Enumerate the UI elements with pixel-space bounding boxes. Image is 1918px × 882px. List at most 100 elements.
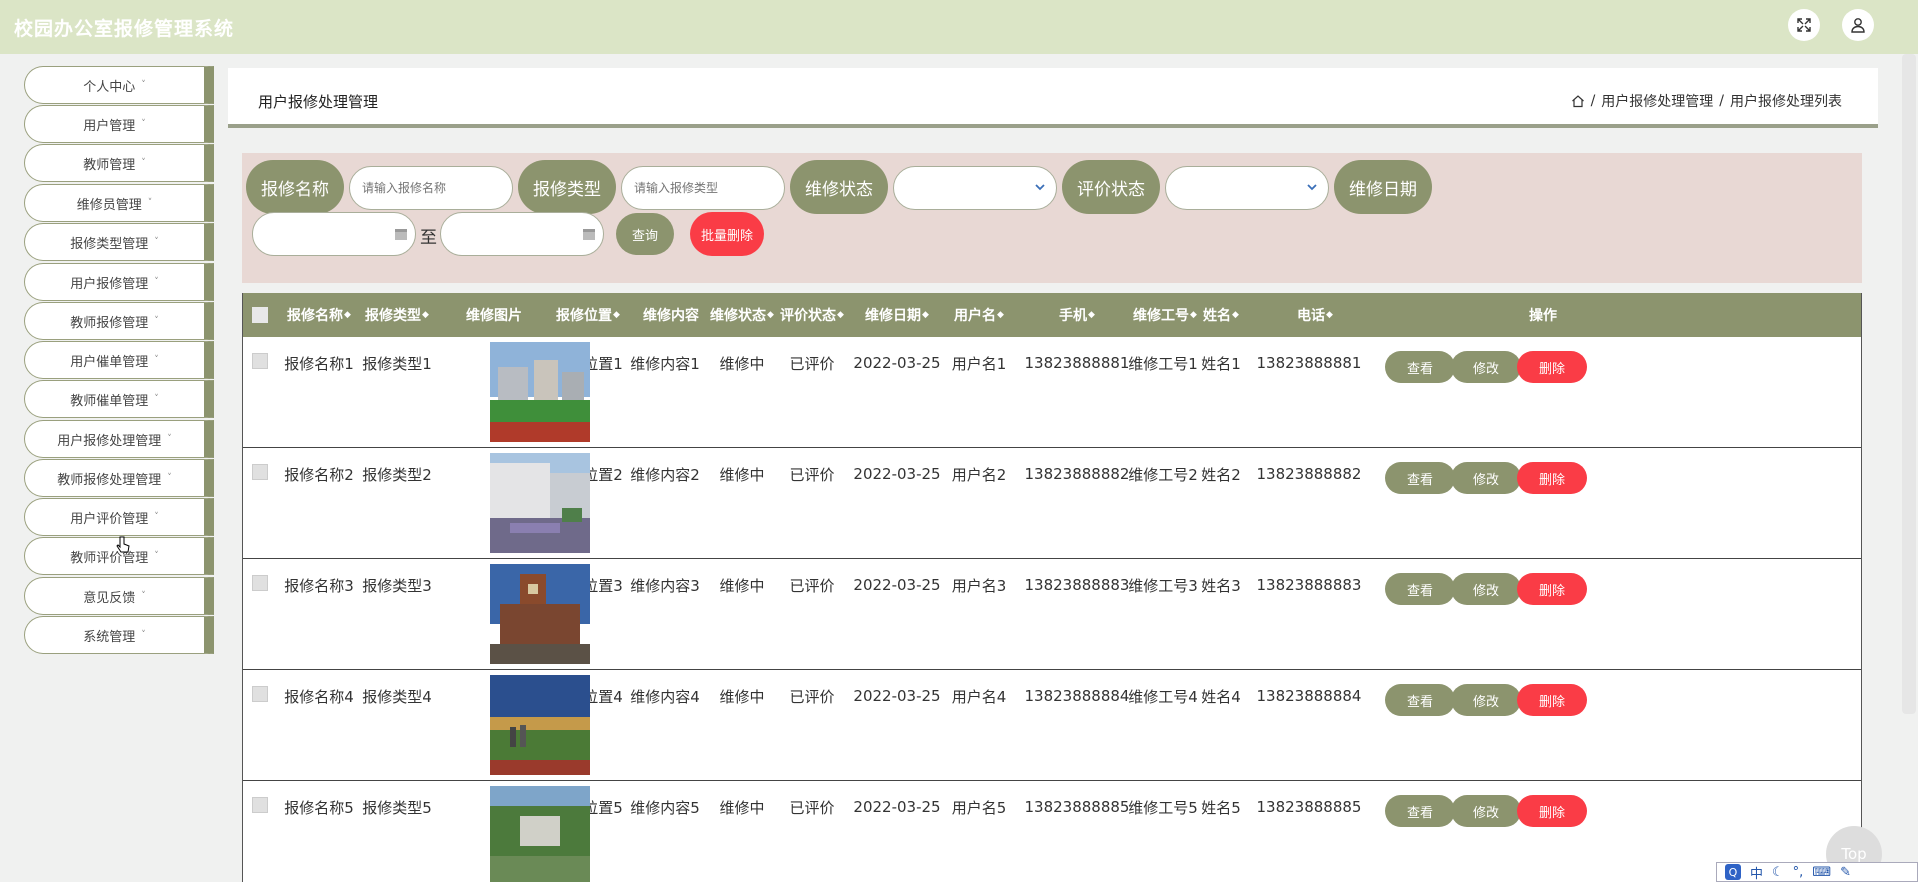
sidebar-item[interactable]: 维修员管理 ˅ <box>24 184 214 222</box>
ime-mode[interactable]: 中 <box>1750 863 1763 882</box>
column-header[interactable]: 电话 ◆ <box>1253 293 1377 337</box>
view-button[interactable]: 查看 <box>1385 795 1455 827</box>
sort-icon[interactable]: ◆ <box>837 310 844 320</box>
column-header[interactable]: 评价状态 ◆ <box>775 293 849 337</box>
select-all-checkbox[interactable] <box>252 307 268 323</box>
edit-button[interactable]: 修改 <box>1451 573 1521 605</box>
sidebar-item[interactable]: 系统管理 ˅ <box>24 616 214 654</box>
eval-status-label: 评价状态 <box>1062 160 1160 214</box>
view-button[interactable]: 查看 <box>1385 462 1455 494</box>
date-range-to: 至 <box>420 228 437 248</box>
page-scrollbar[interactable] <box>1902 54 1916 714</box>
sidebar-item[interactable]: 教师报修管理 ˅ <box>24 302 214 340</box>
sidebar-item[interactable]: 用户报修管理 ˅ <box>24 263 214 301</box>
moon-icon[interactable]: ☾ <box>1772 865 1784 880</box>
cell-username: 用户名2 <box>951 465 1007 484</box>
sidebar-item-label: 用户催单管理 <box>70 354 149 370</box>
cell-eval: 已评价 <box>789 798 835 817</box>
repair-photo[interactable] <box>490 342 590 442</box>
sort-icon[interactable]: ◆ <box>613 310 620 320</box>
column-header[interactable]: 用户名 ◆ <box>947 293 1011 337</box>
sort-icon[interactable]: ◆ <box>997 310 1004 320</box>
sidebar-item[interactable]: 用户报修处理管理 ˅ <box>24 420 214 458</box>
repair-photo[interactable] <box>490 786 590 882</box>
column-header[interactable]: 报修类型 ◆ <box>361 293 433 337</box>
cell-tel: 13823888881 <box>1256 354 1362 372</box>
repair-status-select[interactable] <box>893 166 1057 210</box>
chevron-down-icon: ˅ <box>147 198 153 208</box>
repair-type-input[interactable] <box>621 166 785 210</box>
repair-photo[interactable] <box>490 564 590 664</box>
sort-icon[interactable]: ◆ <box>1088 310 1095 320</box>
chevron-down-icon: ˅ <box>141 630 146 640</box>
cell-content: 维修内容1 <box>630 354 700 373</box>
sort-icon[interactable]: ◆ <box>767 310 774 320</box>
eval-status-select[interactable] <box>1165 166 1329 210</box>
sidebar-item[interactable]: 用户评价管理 ˅ <box>24 498 214 536</box>
sort-icon[interactable]: ◆ <box>344 310 351 320</box>
punctuation-icon[interactable]: °, <box>1793 865 1804 880</box>
repair-photo[interactable] <box>490 453 590 553</box>
sidebar: 个人中心 ˅ 用户管理 ˅ 教师管理 ˅ 维修员管理 ˅ 报修类型管理 ˅ 用户报修管理 ˅ 教师报修管… <box>0 54 228 882</box>
sidebar-item[interactable]: 教师管理 ˅ <box>24 144 214 182</box>
repair-table: 报修名称 ◆ 报修类型 ◆ 维修图片 报修位置 ◆ 维修内容 维修状态 ◆ 评价状态 ◆ 维修日期 ◆ 用户… <box>242 293 1862 882</box>
edit-button[interactable]: 修改 <box>1451 351 1521 383</box>
column-header[interactable]: 姓名 ◆ <box>1195 293 1247 337</box>
delete-button[interactable]: 删除 <box>1517 573 1587 605</box>
cell-content: 维修内容3 <box>630 576 700 595</box>
cell-name: 报修名称5 <box>284 798 354 817</box>
wrench-icon[interactable]: ✎ <box>1840 865 1851 880</box>
sidebar-item[interactable]: 用户催单管理 ˅ <box>24 341 214 379</box>
sidebar-item[interactable]: 个人中心 ˅ <box>24 66 214 104</box>
sort-icon[interactable]: ◆ <box>1326 310 1333 320</box>
sidebar-item[interactable]: 用户管理 ˅ <box>24 105 214 143</box>
repair-name-input[interactable] <box>349 166 513 210</box>
query-button[interactable]: 查询 <box>616 213 674 255</box>
table-header: 报修名称 ◆ 报修类型 ◆ 维修图片 报修位置 ◆ 维修内容 维修状态 ◆ 评价状态 ◆ 维修日期 ◆ 用户… <box>243 293 1861 337</box>
sidebar-item-label: 个人中心 <box>83 79 136 95</box>
date-end-input[interactable] <box>440 212 604 256</box>
edit-button[interactable]: 修改 <box>1451 684 1521 716</box>
repair-photo[interactable] <box>490 675 590 775</box>
view-button[interactable]: 查看 <box>1385 573 1455 605</box>
sidebar-item[interactable]: 报修类型管理 ˅ <box>24 223 214 261</box>
date-start-input[interactable] <box>252 212 416 256</box>
row-checkbox[interactable] <box>252 464 268 480</box>
delete-button[interactable]: 删除 <box>1517 684 1587 716</box>
sidebar-item-label: 用户管理 <box>83 118 136 134</box>
breadcrumb-item-module[interactable]: 用户报修处理管理 <box>1601 91 1713 111</box>
sidebar-item[interactable]: 教师报修处理管理 ˅ <box>24 459 214 497</box>
sidebar-item[interactable]: 意见反馈 ˅ <box>24 577 214 615</box>
user-menu-button[interactable] <box>1842 9 1874 41</box>
ime-toolbar[interactable]: Q 中 ☾ °, ⌨ ✎ <box>1716 862 1918 882</box>
column-header[interactable]: 报修位置 ◆ <box>547 293 629 337</box>
edit-button[interactable]: 修改 <box>1451 795 1521 827</box>
column-header: 维修图片 <box>443 293 545 337</box>
sort-icon[interactable]: ◆ <box>422 310 429 320</box>
breadcrumb-sep: / <box>1719 93 1724 109</box>
keyboard-icon[interactable]: ⌨ <box>1812 865 1831 880</box>
view-button[interactable]: 查看 <box>1385 351 1455 383</box>
row-checkbox[interactable] <box>252 575 268 591</box>
column-header[interactable]: 维修状态 ◆ <box>705 293 779 337</box>
fullscreen-button[interactable] <box>1788 9 1820 41</box>
row-checkbox[interactable] <box>252 353 268 369</box>
sort-icon[interactable]: ◆ <box>1232 310 1239 320</box>
edit-button[interactable]: 修改 <box>1451 462 1521 494</box>
column-header[interactable]: 手机 ◆ <box>1015 293 1139 337</box>
sidebar-item-label: 维修员管理 <box>76 197 142 213</box>
cell-content: 维修内容2 <box>630 465 700 484</box>
cell-username: 用户名3 <box>951 576 1007 595</box>
delete-button[interactable]: 删除 <box>1517 462 1587 494</box>
column-header[interactable]: 报修名称 ◆ <box>283 293 355 337</box>
row-checkbox[interactable] <box>252 797 268 813</box>
home-icon[interactable] <box>1571 94 1585 108</box>
sort-icon[interactable]: ◆ <box>922 310 929 320</box>
sidebar-item[interactable]: 教师催单管理 ˅ <box>24 380 214 418</box>
delete-button[interactable]: 删除 <box>1517 351 1587 383</box>
view-button[interactable]: 查看 <box>1385 684 1455 716</box>
row-checkbox[interactable] <box>252 686 268 702</box>
delete-button[interactable]: 删除 <box>1517 795 1587 827</box>
column-header[interactable]: 维修日期 ◆ <box>851 293 943 337</box>
batch-delete-button[interactable]: 批量删除 <box>690 212 764 256</box>
